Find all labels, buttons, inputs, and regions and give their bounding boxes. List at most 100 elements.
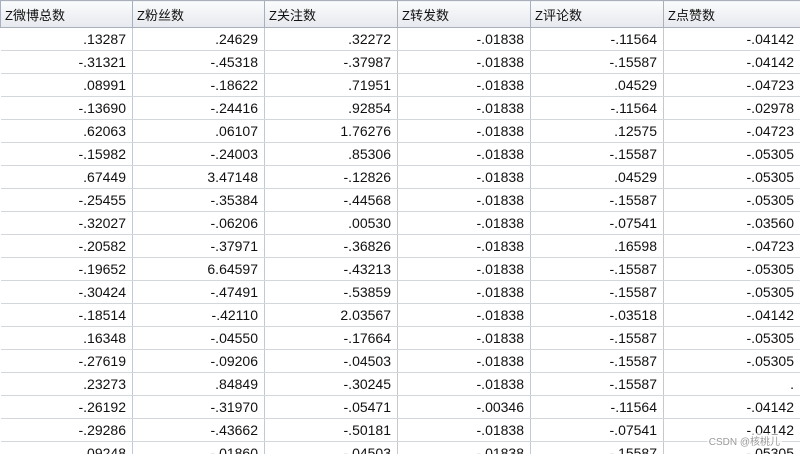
table-cell[interactable]: .24629 (132, 27, 265, 51)
table-cell[interactable]: -.15587 (530, 349, 664, 373)
table-cell[interactable]: -.17664 (264, 326, 398, 350)
table-cell[interactable]: -.07541 (530, 418, 664, 442)
table-cell[interactable]: -.09206 (132, 349, 265, 373)
table-cell[interactable]: -.42110 (132, 303, 265, 327)
table-cell[interactable]: -.15587 (530, 188, 664, 212)
table-cell[interactable]: -.04142 (663, 303, 800, 327)
table-cell[interactable]: -.05305 (663, 280, 800, 304)
table-cell[interactable]: -.04723 (663, 234, 800, 258)
table-cell[interactable]: 6.64597 (132, 257, 265, 281)
table-cell[interactable]: -.26192 (0, 395, 133, 419)
column-header[interactable]: Z点赞数 (663, 0, 800, 28)
table-cell[interactable]: -.50181 (264, 418, 398, 442)
table-cell[interactable]: -.01838 (397, 142, 531, 166)
table-cell[interactable]: -.18514 (0, 303, 133, 327)
table-cell[interactable]: .16598 (530, 234, 664, 258)
table-cell[interactable]: -.47491 (132, 280, 265, 304)
table-cell[interactable]: .08991 (0, 73, 133, 97)
table-cell[interactable]: -.35384 (132, 188, 265, 212)
table-cell[interactable]: -.27619 (0, 349, 133, 373)
table-cell[interactable]: -.12826 (264, 165, 398, 189)
table-cell[interactable]: .62063 (0, 119, 133, 143)
table-cell[interactable]: -.15587 (530, 441, 664, 454)
table-cell[interactable]: -.01838 (397, 303, 531, 327)
table-cell[interactable]: -.53859 (264, 280, 398, 304)
table-cell[interactable]: -.11564 (530, 27, 664, 51)
table-cell[interactable]: -.13690 (0, 96, 133, 120)
table-cell[interactable]: -.05305 (663, 165, 800, 189)
table-cell[interactable]: -.05305 (663, 257, 800, 281)
table-cell[interactable]: -.01838 (397, 441, 531, 454)
table-cell[interactable]: .06107 (132, 119, 265, 143)
table-cell[interactable]: -.30245 (264, 372, 398, 396)
table-cell[interactable]: -.05471 (264, 395, 398, 419)
table-cell[interactable]: -.03560 (663, 211, 800, 235)
table-cell[interactable]: -.20582 (0, 234, 133, 258)
table-cell[interactable]: .67449 (0, 165, 133, 189)
table-cell[interactable]: -.01838 (397, 119, 531, 143)
table-cell[interactable]: -.06206 (132, 211, 265, 235)
table-cell[interactable]: -.04723 (663, 119, 800, 143)
table-cell[interactable]: -.11564 (530, 395, 664, 419)
table-cell[interactable]: -.07541 (530, 211, 664, 235)
table-cell[interactable]: -.36826 (264, 234, 398, 258)
table-cell[interactable]: -.31321 (0, 50, 133, 74)
table-cell[interactable]: -.04142 (663, 27, 800, 51)
table-cell[interactable]: .04529 (530, 73, 664, 97)
table-cell[interactable]: -.01838 (397, 280, 531, 304)
table-cell[interactable]: -.05305 (663, 326, 800, 350)
table-cell[interactable]: -.37971 (132, 234, 265, 258)
table-cell[interactable]: -.11564 (530, 96, 664, 120)
table-cell[interactable]: -.01838 (397, 50, 531, 74)
column-header[interactable]: Z评论数 (530, 0, 664, 28)
table-cell[interactable]: .16348 (0, 326, 133, 350)
table-cell[interactable]: -.05305 (663, 142, 800, 166)
table-cell[interactable]: -.19652 (0, 257, 133, 281)
table-cell[interactable]: -.04503 (264, 441, 398, 454)
table-cell[interactable]: -.04550 (132, 326, 265, 350)
table-cell[interactable]: .12575 (530, 119, 664, 143)
table-cell[interactable]: -.01838 (397, 418, 531, 442)
table-cell[interactable]: -.18622 (132, 73, 265, 97)
table-cell[interactable]: -.15587 (530, 372, 664, 396)
table-cell[interactable]: -.01838 (397, 165, 531, 189)
table-cell[interactable]: -.01838 (397, 326, 531, 350)
table-cell[interactable]: -.31970 (132, 395, 265, 419)
table-cell[interactable]: -.00346 (397, 395, 531, 419)
table-cell[interactable]: -.01838 (397, 372, 531, 396)
table-cell[interactable]: -.43213 (264, 257, 398, 281)
table-cell[interactable]: -.15587 (530, 280, 664, 304)
table-cell[interactable]: .00530 (264, 211, 398, 235)
table-cell[interactable]: -.01838 (397, 257, 531, 281)
table-cell[interactable]: -.45318 (132, 50, 265, 74)
table-cell[interactable]: -.04503 (264, 349, 398, 373)
table-cell[interactable]: 3.47148 (132, 165, 265, 189)
table-cell[interactable]: -.15587 (530, 50, 664, 74)
table-cell[interactable]: .84849 (132, 372, 265, 396)
table-cell[interactable]: -.05305 (663, 349, 800, 373)
table-cell[interactable]: .32272 (264, 27, 398, 51)
table-cell[interactable]: -.25455 (0, 188, 133, 212)
table-cell[interactable]: .85306 (264, 142, 398, 166)
table-cell[interactable]: -.24003 (132, 142, 265, 166)
table-cell[interactable]: -.05305 (663, 188, 800, 212)
table-cell[interactable]: 2.03567 (264, 303, 398, 327)
table-cell[interactable]: -.15587 (530, 257, 664, 281)
table-cell[interactable]: .71951 (264, 73, 398, 97)
table-cell[interactable]: -.01838 (397, 211, 531, 235)
table-cell[interactable]: -.44568 (264, 188, 398, 212)
table-cell[interactable]: -.04723 (663, 73, 800, 97)
column-header[interactable]: Z关注数 (264, 0, 398, 28)
table-cell[interactable]: -.24416 (132, 96, 265, 120)
table-cell[interactable]: -.02978 (663, 96, 800, 120)
table-cell[interactable]: .92854 (264, 96, 398, 120)
table-cell[interactable]: -.03518 (530, 303, 664, 327)
table-cell[interactable]: -.30424 (0, 280, 133, 304)
column-header[interactable]: Z微博总数 (0, 0, 133, 28)
table-cell[interactable]: -.01860 (132, 441, 265, 454)
table-cell[interactable]: .23273 (0, 372, 133, 396)
table-cell[interactable]: 1.76276 (264, 119, 398, 143)
table-cell[interactable]: -.01838 (397, 349, 531, 373)
table-cell[interactable]: .09248 (0, 441, 133, 454)
table-cell[interactable]: -.01838 (397, 96, 531, 120)
